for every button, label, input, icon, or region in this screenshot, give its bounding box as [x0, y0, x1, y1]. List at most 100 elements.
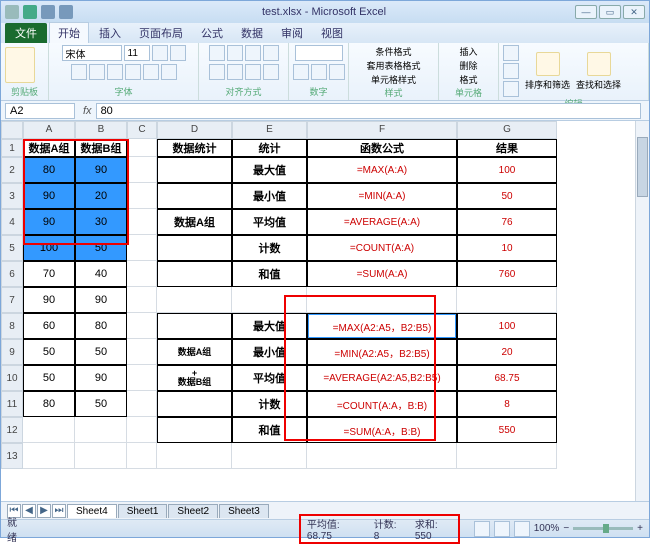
row-header[interactable]: 13: [1, 443, 23, 469]
cell[interactable]: [157, 443, 232, 469]
cell[interactable]: 90: [75, 365, 127, 391]
close-button[interactable]: ✕: [623, 5, 645, 19]
paste-button[interactable]: [5, 47, 35, 83]
percent-icon[interactable]: [311, 64, 327, 80]
cell[interactable]: 计数: [232, 391, 307, 417]
cell[interactable]: [127, 157, 157, 183]
cell[interactable]: 平均值: [232, 209, 307, 235]
save-icon[interactable]: [23, 5, 37, 19]
cell[interactable]: 最小值: [232, 183, 307, 209]
redo-icon[interactable]: [59, 5, 73, 19]
cell[interactable]: [157, 157, 232, 183]
row-header[interactable]: 5: [1, 235, 23, 261]
cell[interactable]: [307, 287, 457, 313]
shrink-font-icon[interactable]: [170, 45, 186, 61]
cell[interactable]: 数据B组: [75, 139, 127, 157]
align-right-icon[interactable]: [245, 64, 261, 80]
row-header[interactable]: 6: [1, 261, 23, 287]
cell[interactable]: [127, 209, 157, 235]
cell[interactable]: [127, 261, 157, 287]
sheet-nav-next[interactable]: ▶: [37, 504, 51, 518]
cell[interactable]: 计数: [232, 235, 307, 261]
cell[interactable]: [127, 443, 157, 469]
tab-layout[interactable]: 页面布局: [131, 23, 191, 43]
minimize-button[interactable]: —: [575, 5, 597, 19]
cell[interactable]: 80: [23, 157, 75, 183]
select-all-corner[interactable]: [1, 121, 23, 139]
row-header[interactable]: 8: [1, 313, 23, 339]
view-layout-icon[interactable]: [494, 521, 510, 537]
fill-icon[interactable]: [503, 63, 519, 79]
tab-file[interactable]: 文件: [5, 23, 47, 43]
align-center-icon[interactable]: [227, 64, 243, 80]
formula-input[interactable]: 80: [96, 103, 641, 119]
cell[interactable]: 68.75: [457, 365, 557, 391]
maximize-button[interactable]: ▭: [599, 5, 621, 19]
cell[interactable]: [75, 443, 127, 469]
col-header[interactable]: C: [127, 121, 157, 139]
tab-review[interactable]: 审阅: [273, 23, 311, 43]
cell[interactable]: 50: [75, 391, 127, 417]
cell[interactable]: 90: [23, 209, 75, 235]
cell[interactable]: [23, 443, 75, 469]
worksheet-grid[interactable]: A B C D E F G 1 2 3 4 5 6 7 8 9 10 11 12…: [1, 121, 649, 503]
cell[interactable]: 100: [457, 157, 557, 183]
cell[interactable]: [75, 417, 127, 443]
cond-format-button[interactable]: 条件格式: [375, 45, 411, 58]
cell[interactable]: 50: [75, 235, 127, 261]
cell[interactable]: =SUM(A:A): [307, 261, 457, 287]
comma-icon[interactable]: [329, 64, 345, 80]
cell[interactable]: 50: [23, 365, 75, 391]
font-size-select[interactable]: 11: [124, 45, 150, 61]
sheet-tab[interactable]: Sheet2: [168, 504, 218, 518]
col-header[interactable]: E: [232, 121, 307, 139]
cell[interactable]: 50: [75, 339, 127, 365]
row-header[interactable]: 9: [1, 339, 23, 365]
font-name-select[interactable]: 宋体: [62, 45, 122, 61]
view-normal-icon[interactable]: [474, 521, 490, 537]
cell[interactable]: [157, 313, 232, 339]
row-header[interactable]: 11: [1, 391, 23, 417]
fx-icon[interactable]: fx: [83, 105, 92, 117]
cell[interactable]: =MIN(A:A): [307, 183, 457, 209]
cell[interactable]: 550: [457, 417, 557, 443]
cell[interactable]: [307, 443, 457, 469]
cell[interactable]: 和值: [232, 417, 307, 443]
vertical-scrollbar[interactable]: [635, 121, 649, 503]
cell[interactable]: 数据统计: [157, 139, 232, 157]
col-header[interactable]: A: [23, 121, 75, 139]
cell[interactable]: =AVERAGE(A:A): [307, 209, 457, 235]
cell[interactable]: 50: [23, 339, 75, 365]
sheet-tab[interactable]: Sheet3: [219, 504, 269, 518]
view-break-icon[interactable]: [514, 521, 530, 537]
name-box[interactable]: A2: [5, 103, 75, 119]
format-cells-button[interactable]: 格式: [459, 73, 477, 86]
cell[interactable]: [127, 183, 157, 209]
cell-style-button[interactable]: 单元格样式: [371, 73, 416, 86]
cell[interactable]: 90: [75, 157, 127, 183]
zoom-slider[interactable]: [573, 527, 633, 530]
bold-icon[interactable]: [71, 64, 87, 80]
cell[interactable]: 70: [23, 261, 75, 287]
cell[interactable]: 30: [75, 209, 127, 235]
cell[interactable]: 90: [75, 287, 127, 313]
cell[interactable]: [127, 365, 157, 391]
find-select-icon[interactable]: [587, 52, 611, 76]
cell[interactable]: [127, 287, 157, 313]
font-color-icon[interactable]: [161, 64, 177, 80]
cell[interactable]: =AVERAGE(A2:A5,B2:B5): [307, 365, 457, 391]
cell[interactable]: [127, 235, 157, 261]
italic-icon[interactable]: [89, 64, 105, 80]
tab-insert[interactable]: 插入: [91, 23, 129, 43]
cell[interactable]: [157, 417, 232, 443]
col-header[interactable]: B: [75, 121, 127, 139]
delete-cells-button[interactable]: 删除: [459, 59, 477, 72]
cell[interactable]: 20: [75, 183, 127, 209]
tab-data[interactable]: 数据: [233, 23, 271, 43]
cell[interactable]: 最大值: [232, 157, 307, 183]
tab-view[interactable]: 视图: [313, 23, 351, 43]
undo-icon[interactable]: [41, 5, 55, 19]
sort-filter-icon[interactable]: [536, 52, 560, 76]
cell[interactable]: [157, 261, 232, 287]
align-bot-icon[interactable]: [245, 45, 261, 61]
